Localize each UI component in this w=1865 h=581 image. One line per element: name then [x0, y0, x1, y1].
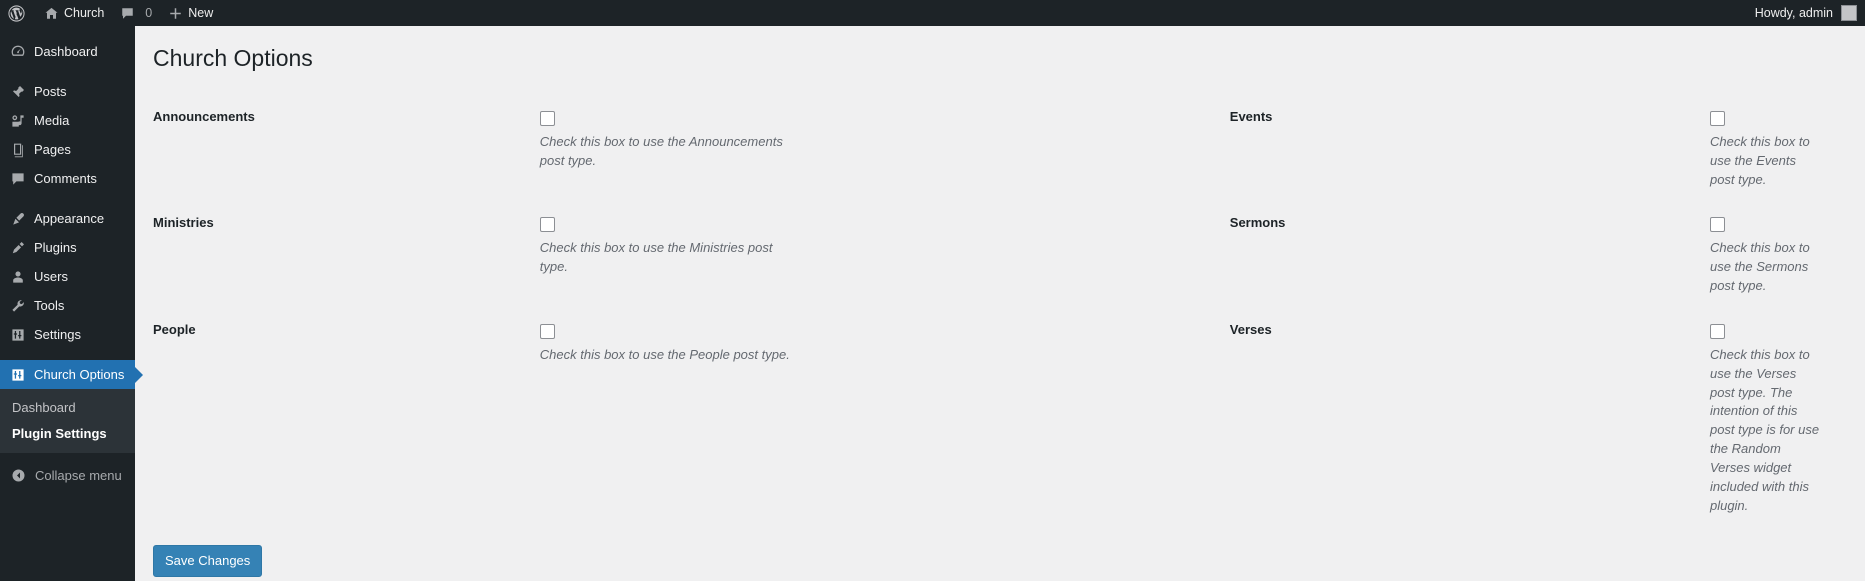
user-icon — [8, 269, 28, 285]
church-options-submenu: Dashboard Plugin Settings — [0, 389, 135, 453]
media-icon — [8, 113, 28, 129]
field-label-verses: Verses — [1135, 309, 1710, 529]
plus-icon — [168, 6, 183, 21]
field-cell-announcements: Check this box to use the Announcements … — [540, 96, 1135, 203]
sidebar-item-label: Plugins — [34, 241, 77, 254]
sidebar-item-label: Users — [34, 270, 68, 283]
sidebar-item-label: Media — [34, 114, 69, 127]
post-types-form-table: Announcements Check this box to use the … — [153, 96, 1833, 529]
comment-bubble-icon — [120, 6, 135, 21]
menu-separator-2 — [0, 193, 135, 204]
sidebar-item-users[interactable]: Users — [0, 262, 135, 291]
plug-icon — [8, 240, 28, 256]
admin-sidebar: Dashboard Posts Media Pages — [0, 26, 135, 581]
new-content-menu[interactable]: New — [160, 0, 221, 26]
collapse-menu-label: Collapse menu — [35, 468, 122, 483]
avatar — [1841, 5, 1857, 21]
field-cell-people: Check this box to use the People post ty… — [540, 309, 1135, 529]
sidebar-item-label: Comments — [34, 172, 97, 185]
comment-bubble-icon — [8, 171, 28, 187]
wordpress-logo-icon — [8, 5, 25, 22]
dashboard-icon — [8, 44, 28, 60]
sidebar-item-posts[interactable]: Posts — [0, 77, 135, 106]
sidebar-item-settings[interactable]: Settings — [0, 320, 135, 349]
collapse-menu-button[interactable]: Collapse menu — [0, 461, 135, 490]
ministries-description: Check this box to use the Ministries pos… — [540, 239, 802, 277]
page-title: Church Options — [135, 26, 1865, 74]
save-changes-button[interactable]: Save Changes — [153, 545, 262, 577]
pin-icon — [8, 84, 28, 100]
verses-description: Check this box to use the Verses post ty… — [1710, 346, 1823, 516]
field-label-people: People — [153, 309, 540, 529]
menu-separator-1 — [0, 66, 135, 77]
new-content-label: New — [188, 6, 213, 20]
field-label-sermons: Sermons — [1135, 202, 1710, 309]
sliders-icon — [8, 367, 28, 383]
sidebar-item-comments[interactable]: Comments — [0, 164, 135, 193]
sidebar-item-media[interactable]: Media — [0, 106, 135, 135]
table-row: Ministries Check this box to use the Min… — [153, 202, 1833, 309]
content-area: Church Options Announcements Check this … — [135, 26, 1865, 581]
sidebar-item-label: Dashboard — [34, 45, 98, 58]
table-row: Announcements Check this box to use the … — [153, 96, 1833, 203]
pages-icon — [8, 142, 28, 158]
wrench-icon — [8, 298, 28, 314]
field-label-ministries: Ministries — [153, 202, 540, 309]
site-name-menu[interactable]: Church — [36, 0, 112, 26]
sidebar-item-label: Posts — [34, 85, 67, 98]
admin-bar: Church 0 New Howdy, admin — [0, 0, 1865, 26]
sidebar-item-plugins[interactable]: Plugins — [0, 233, 135, 262]
wordpress-logo-menu[interactable] — [0, 0, 36, 26]
sermons-description: Check this box to use the Sermons post t… — [1710, 239, 1823, 296]
sidebar-item-label: Tools — [34, 299, 64, 312]
field-label-events: Events — [1135, 96, 1710, 203]
sermons-checkbox[interactable] — [1710, 217, 1725, 232]
verses-checkbox[interactable] — [1710, 324, 1725, 339]
sidebar-item-label: Pages — [34, 143, 71, 156]
site-name-label: Church — [64, 6, 104, 20]
sidebar-item-tools[interactable]: Tools — [0, 291, 135, 320]
home-icon — [44, 6, 59, 21]
menu-spacer-top — [0, 26, 135, 37]
people-description: Check this box to use the People post ty… — [540, 346, 802, 365]
sidebar-item-label: Appearance — [34, 212, 104, 225]
field-cell-events: Check this box to use the Events post ty… — [1710, 96, 1833, 203]
events-description: Check this box to use the Events post ty… — [1710, 133, 1823, 190]
submenu-item-plugin-settings[interactable]: Plugin Settings — [0, 421, 135, 447]
arrow-left-circle-icon — [9, 468, 27, 483]
account-menu[interactable]: Howdy, admin — [1755, 5, 1865, 21]
people-checkbox[interactable] — [540, 324, 555, 339]
comments-count: 0 — [145, 6, 152, 20]
paintbrush-icon — [8, 211, 28, 227]
field-label-announcements: Announcements — [153, 96, 540, 203]
sliders-icon — [8, 327, 28, 343]
sidebar-item-appearance[interactable]: Appearance — [0, 204, 135, 233]
sidebar-item-label: Settings — [34, 328, 81, 341]
sidebar-item-church-options[interactable]: Church Options — [0, 360, 135, 389]
sidebar-item-dashboard[interactable]: Dashboard — [0, 37, 135, 66]
ministries-checkbox[interactable] — [540, 217, 555, 232]
howdy-label: Howdy, admin — [1755, 6, 1833, 20]
comments-menu[interactable]: 0 — [112, 0, 160, 26]
events-checkbox[interactable] — [1710, 111, 1725, 126]
announcements-checkbox[interactable] — [540, 111, 555, 126]
field-cell-sermons: Check this box to use the Sermons post t… — [1710, 202, 1833, 309]
field-cell-ministries: Check this box to use the Ministries pos… — [540, 202, 1135, 309]
submenu-item-dashboard[interactable]: Dashboard — [0, 395, 135, 421]
sidebar-item-label: Church Options — [34, 368, 124, 381]
sidebar-item-pages[interactable]: Pages — [0, 135, 135, 164]
table-row: People Check this box to use the People … — [153, 309, 1833, 529]
field-cell-verses: Check this box to use the Verses post ty… — [1710, 309, 1833, 529]
submit-row: Save Changes — [153, 545, 1865, 577]
menu-separator-3 — [0, 349, 135, 360]
announcements-description: Check this box to use the Announcements … — [540, 133, 802, 171]
